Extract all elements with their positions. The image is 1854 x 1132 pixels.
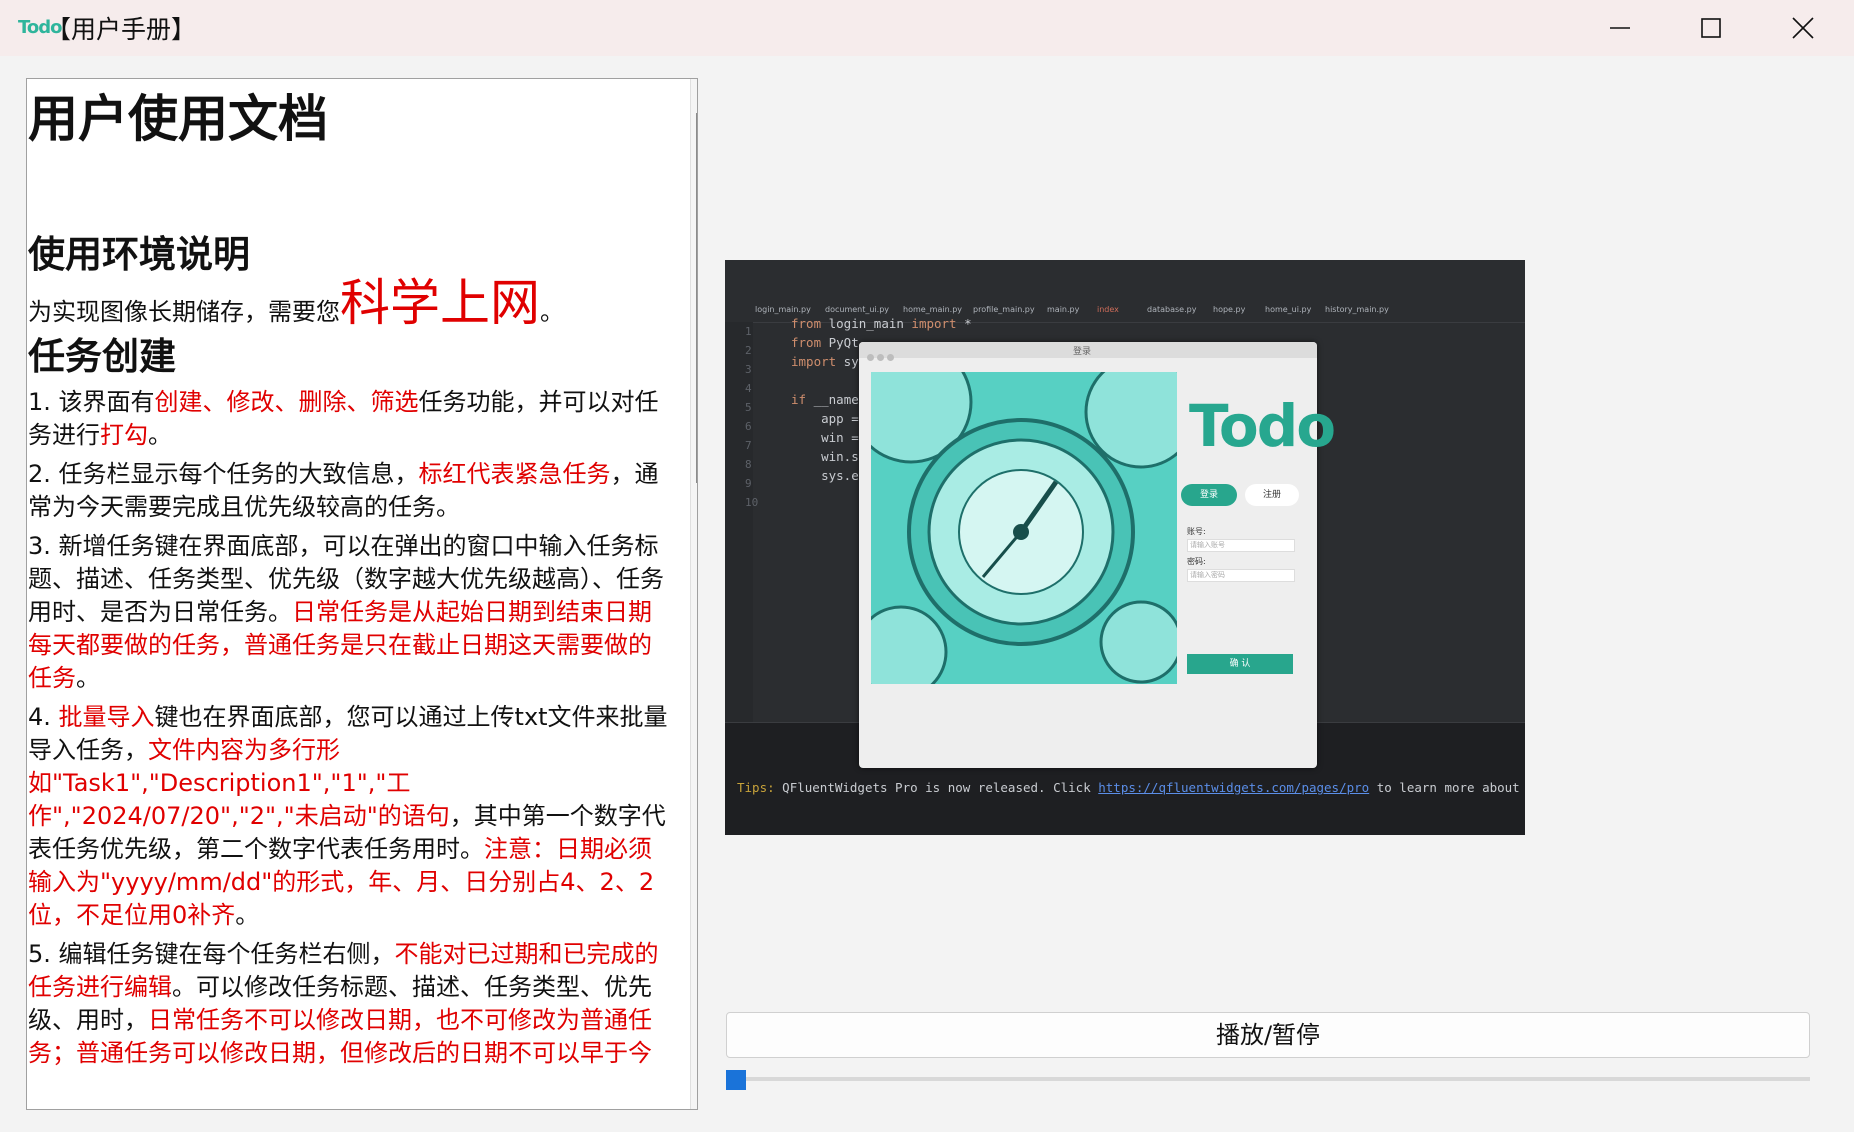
- window-title: 【用户手册】: [46, 15, 197, 44]
- doc-title: 用户使用文档: [28, 90, 328, 148]
- title-bar: Todo 【用户手册】: [0, 0, 1854, 56]
- section-heading-environment: 使用环境说明: [28, 233, 250, 276]
- user-manual-panel[interactable]: 用户使用文档 使用环境说明 为实现图像长期储存，需要您科学上网。 任务创建 1.…: [26, 78, 698, 1110]
- ide-topbar: [725, 260, 1525, 301]
- environment-paragraph: 为实现图像长期储存，需要您科学上网。: [28, 274, 564, 333]
- ide-tips: Tips: QFluentWidgets Pro is now released…: [737, 780, 1525, 795]
- ide-tab: home_ui.py: [1265, 305, 1312, 314]
- ide-tab: index: [1097, 305, 1119, 314]
- login-dialog: 登录 Todo 登录 注册 账号: 请输入账号 密码: 请输入密码 确 认: [859, 342, 1336, 768]
- paragraph-4: 4. 批量导入键也在界面底部，您可以通过上传txt文件来批量导入任务，文件内容为…: [28, 702, 668, 929]
- login-dialog-title: 登录: [1073, 347, 1092, 357]
- minimize-icon: [1610, 27, 1630, 29]
- ide-tab: main.py: [1047, 305, 1080, 314]
- environment-highlight: 科学上网: [340, 274, 540, 333]
- ide-tab: login_main.py: [755, 305, 811, 314]
- ide-tab: home_main.py: [903, 305, 963, 314]
- paragraph-2: 2. 任务栏显示每个任务的大致信息，标红代表紧急任务，通常为今天需要完成且优先级…: [28, 459, 659, 521]
- clock-artwork: [871, 372, 1177, 684]
- login-dialog-header: 登录: [859, 342, 1317, 361]
- close-button[interactable]: [1758, 0, 1848, 56]
- paragraph-1: 1. 该界面有创建、修改、删除、筛选任务功能，并可以对任务进行打勾。: [28, 387, 659, 449]
- ide-tab: document_ui.py: [825, 305, 890, 314]
- window-dots-icon: [867, 346, 897, 365]
- maximize-icon: [1701, 18, 1721, 38]
- account-label: 账号:: [1187, 527, 1206, 536]
- progress-slider-track[interactable]: [726, 1077, 1810, 1081]
- account-field: 请输入账号: [1187, 539, 1295, 552]
- register-tab-button: 注册: [1245, 484, 1299, 506]
- doc-scrollbar-thumb[interactable]: [696, 113, 697, 483]
- minimize-button[interactable]: [1575, 0, 1665, 56]
- paragraph-5: 5. 编辑任务键在每个任务栏右侧，不能对已过期和已完成的任务进行编辑。可以修改任…: [28, 939, 659, 1067]
- password-label: 密码:: [1187, 557, 1206, 566]
- ide-line-numbers: 1 2 3 4 5 6 7 8 9 10: [745, 325, 759, 509]
- close-icon: [1792, 17, 1814, 39]
- ide-tab: history_main.py: [1325, 305, 1389, 314]
- tips-link: https://qfluentwidgets.com/pages/pro: [1098, 780, 1370, 795]
- progress-slider-handle[interactable]: [726, 1070, 746, 1090]
- ide-tab: hope.py: [1213, 305, 1246, 314]
- ide-tab: database.py: [1147, 305, 1197, 314]
- user-manual-content: 用户使用文档 使用环境说明 为实现图像长期储存，需要您科学上网。 任务创建 1.…: [28, 81, 668, 1070]
- password-field: 请输入密码: [1187, 569, 1295, 582]
- ide-tab: profile_main.py: [973, 305, 1035, 314]
- login-tab-button: 登录: [1181, 484, 1237, 506]
- confirm-button: 确 认: [1187, 654, 1293, 674]
- todo-logo: Todo: [1189, 392, 1336, 460]
- video-player[interactable]: login_main.py document_ui.py home_main.p…: [725, 260, 1525, 835]
- section-heading-task-create: 任务创建: [28, 335, 176, 379]
- play-pause-button[interactable]: 播放/暂停: [726, 1012, 1810, 1058]
- paragraph-3: 3. 新增任务键在界面底部，可以在弹出的窗口中输入任务标题、描述、任务类型、优先…: [28, 531, 664, 692]
- maximize-button[interactable]: [1666, 0, 1756, 56]
